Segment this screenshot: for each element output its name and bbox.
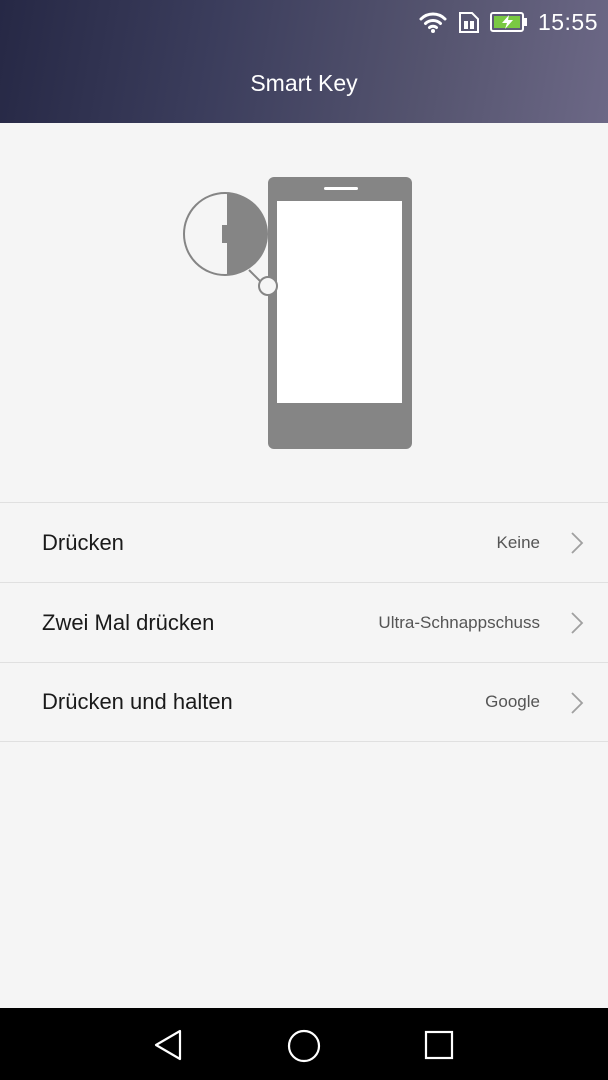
phone-smart-key-icon (183, 177, 412, 449)
setting-label: Drücken (42, 529, 124, 555)
home-icon[interactable] (286, 1028, 322, 1069)
setting-value: Ultra-Schnappschuss (378, 612, 540, 632)
setting-row-double-press[interactable]: Zwei Mal drücken Ultra-Schnappschuss (0, 582, 608, 662)
app-header: 15:55 Smart Key (0, 0, 608, 123)
setting-label: Drücken und halten (42, 689, 233, 714)
chevron-right-icon (570, 531, 584, 560)
chevron-right-icon (570, 691, 584, 720)
page-title: Smart Key (250, 70, 358, 96)
setting-row-press[interactable]: Drücken Keine (0, 502, 608, 582)
sim-icon (458, 10, 480, 34)
setting-value: Keine (496, 532, 540, 552)
setting-value: Google (485, 692, 540, 711)
screen: 15:55 Smart Key Drücken Keine Zwei Mal d… (0, 0, 608, 1080)
smart-key-settings-list: Drücken Keine Zwei Mal drücken Ultra-Sch… (0, 502, 608, 742)
setting-label: Zwei Mal drücken (42, 609, 215, 635)
status-bar: 15:55 (418, 8, 598, 36)
chevron-right-icon (570, 611, 584, 640)
recents-icon[interactable] (424, 1028, 454, 1067)
status-time: 15:55 (537, 8, 598, 35)
navigation-bar (0, 1008, 608, 1080)
setting-row-press-and-hold[interactable]: Drücken und halten Google (0, 662, 608, 742)
wifi-icon (418, 10, 448, 34)
back-icon[interactable] (152, 1028, 184, 1067)
phone-smart-key-illustration (0, 123, 608, 503)
battery-charging-icon (489, 11, 528, 33)
